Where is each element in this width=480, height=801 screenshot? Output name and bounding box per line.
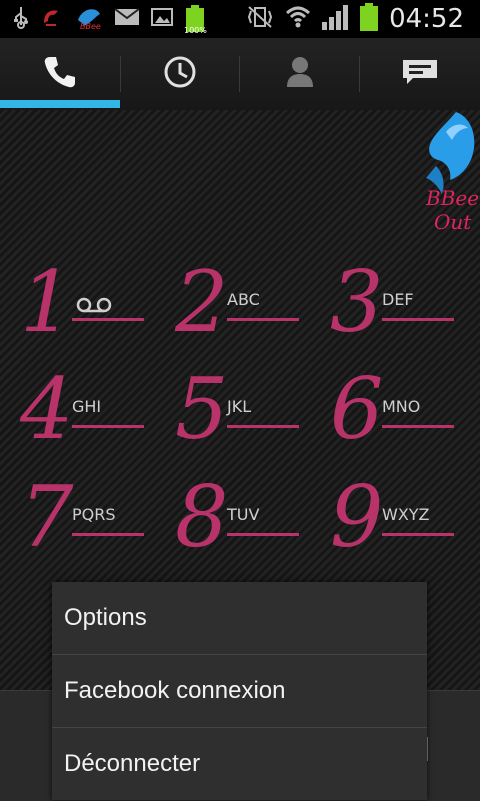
battery-full-icon: 100%	[184, 4, 207, 35]
dial-key-underline	[227, 533, 299, 536]
dial-key-digit: 1	[20, 253, 74, 351]
dial-key-letters: WXYZ	[382, 505, 430, 524]
dial-key-letters: GHI	[72, 397, 102, 416]
dial-key-7[interactable]: 7 PQRS	[20, 468, 170, 575]
dial-key-digit: 6	[330, 360, 384, 458]
menu-item-facebook-connexion[interactable]: Facebook connexion	[52, 655, 427, 728]
dial-key-letters: TUV	[227, 505, 260, 524]
dial-key-digit: 9	[330, 468, 384, 566]
dial-key-underline	[72, 533, 144, 536]
usb-icon	[12, 5, 30, 33]
tab-recent[interactable]	[120, 38, 240, 110]
dial-key-digit: 7	[20, 468, 74, 566]
dial-key-8[interactable]: 8 TUV	[175, 468, 325, 575]
logo-text-line1: BBee	[426, 186, 480, 210]
selected-tab-indicator	[0, 100, 120, 108]
dial-key-9[interactable]: 9 WXYZ	[330, 468, 480, 575]
person-icon	[285, 56, 315, 92]
dial-key-letters: PQRS	[72, 505, 116, 524]
menu-item-options[interactable]: Options	[52, 582, 427, 655]
dial-key-4[interactable]: 4 GHI	[20, 360, 170, 467]
phone-icon	[42, 54, 78, 94]
clock-icon	[163, 55, 197, 93]
vibrate-mute-icon	[245, 5, 275, 33]
dial-key-1[interactable]: 1	[20, 253, 170, 360]
logo-text-line2: Out	[434, 210, 472, 234]
overflow-menu: Options Facebook connexion Déconnecter	[52, 582, 427, 800]
dial-key-5[interactable]: 5 JKL	[175, 360, 325, 467]
mail-icon	[114, 7, 140, 31]
dial-key-letters: ABC	[227, 290, 260, 309]
battery-percent-label: 100%	[184, 26, 207, 35]
dial-key-digit: 3	[330, 253, 384, 351]
status-bar: BBee 100% 04:52	[0, 0, 480, 38]
dial-key-underline	[382, 425, 454, 428]
message-icon	[401, 58, 439, 90]
dial-key-6[interactable]: 6 MNO	[330, 360, 480, 467]
menu-item-deconnecter[interactable]: Déconnecter	[52, 728, 427, 800]
bbee-out-logo: BBee Out	[416, 110, 480, 240]
wifi-icon	[285, 5, 311, 33]
status-clock: 04:52	[389, 4, 464, 34]
gallery-icon	[150, 5, 174, 33]
dial-key-3[interactable]: 3 DEF	[330, 253, 480, 360]
tab-bar	[0, 38, 480, 111]
dial-key-digit: 2	[175, 253, 229, 351]
dial-key-letters: DEF	[382, 290, 414, 309]
dial-key-digit: 4	[20, 360, 74, 458]
app-notification-icon	[40, 5, 64, 33]
bbee-notification-icon: BBee	[74, 4, 104, 34]
dial-key-letters: JKL	[227, 397, 252, 416]
dial-key-2[interactable]: 2 ABC	[175, 253, 325, 360]
dial-key-digit: 8	[175, 468, 229, 566]
tab-contacts[interactable]	[240, 38, 360, 110]
dial-key-underline	[72, 318, 144, 321]
dial-key-underline	[72, 425, 144, 428]
tab-messages[interactable]	[360, 38, 480, 110]
dial-key-underline	[382, 318, 454, 321]
signal-icon	[321, 4, 349, 34]
dial-key-digit: 5	[175, 360, 229, 458]
dial-key-underline	[227, 318, 299, 321]
dial-key-underline	[382, 533, 454, 536]
bbee-notification-text: BBee	[80, 22, 101, 31]
battery-icon	[359, 3, 379, 35]
dial-key-letters: MNO	[382, 397, 421, 416]
dial-key-underline	[227, 425, 299, 428]
voicemail-icon	[74, 296, 124, 318]
